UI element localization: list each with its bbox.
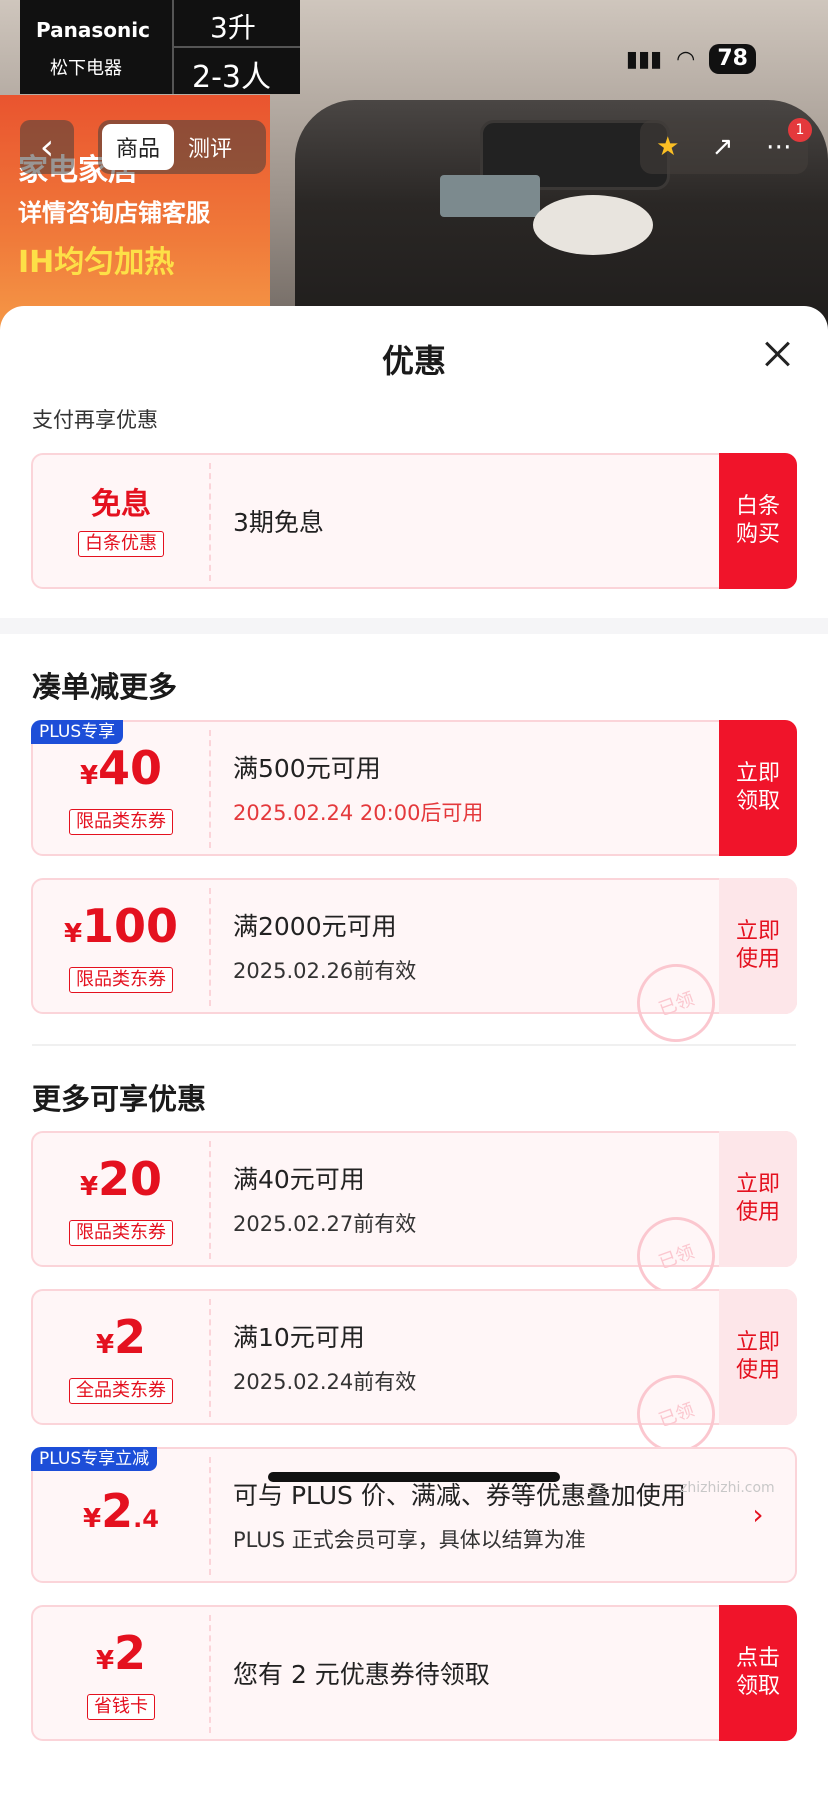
battery-indicator: 78 xyxy=(709,44,756,74)
tab-review[interactable]: 测评 xyxy=(174,124,246,170)
home-indicator[interactable] xyxy=(268,1472,560,1482)
claim-button[interactable]: 立即 领取 xyxy=(719,720,797,856)
section-title: 更多可享优惠 xyxy=(32,1082,207,1116)
section-payment: 支付再享优惠 xyxy=(32,408,158,432)
sheet-title: 优惠 xyxy=(381,342,446,380)
coupon-amount: 2 xyxy=(101,1484,134,1538)
coupon-card[interactable]: ¥100 限品类东券 满2000元可用 2025.02.26前有效 已领 立即使… xyxy=(31,878,797,1053)
baitiao-card[interactable]: 免息 白条优惠 3期免息 白条 购买 xyxy=(31,453,797,589)
coupon-condition: 满500元可用 xyxy=(233,754,381,783)
coupon-sheet: 优惠 支付再享优惠 免息 白条优惠 3期免息 白条 购买 凑单减更多 ¥40 限品… xyxy=(0,306,828,1800)
coupon-card[interactable]: ¥2 全品类东券 满10元可用 2025.02.24前有效 已领 立即 使用 xyxy=(31,1289,797,1464)
more-icon[interactable]: ⋯ xyxy=(766,132,792,162)
divider xyxy=(32,1044,796,1046)
coupon-condition: 满40元可用 xyxy=(233,1165,365,1194)
coupon-condition: 您有 2 元优惠券待领取 xyxy=(233,1660,490,1689)
tab-bar: 商品 测评 xyxy=(98,120,266,174)
signal-icon: ▮▮▮ xyxy=(625,46,663,72)
status-bar: ▮▮▮ ◠ 78 xyxy=(626,44,756,74)
coupon-amount: 2 xyxy=(114,1310,147,1364)
coupon-condition: 满10元可用 xyxy=(233,1323,365,1352)
brand-name-en: Panasonic xyxy=(36,18,150,42)
back-button[interactable]: ‹ xyxy=(20,120,74,174)
coupon-amount: 100 xyxy=(82,899,179,953)
plus-badge: PLUS专享立减 xyxy=(31,1447,158,1471)
brand-name-cn: 松下电器 xyxy=(50,58,122,79)
coupon-tag: 限品类东券 xyxy=(69,809,173,835)
use-button[interactable]: 立即 使用 xyxy=(719,1289,797,1425)
coupon-desc: 3期免息 xyxy=(233,508,324,537)
wifi-icon: ◠ xyxy=(676,46,696,72)
share-icon[interactable]: ↗ xyxy=(712,132,734,162)
coupon-validity: 2025.02.24前有效 xyxy=(233,1370,417,1394)
coupon-tag: 白条优惠 xyxy=(78,531,164,557)
spec-people: 2-3人 xyxy=(192,60,271,95)
plus-discount-card[interactable]: ¥2.4 可与 PLUS 价、满减、券等优惠叠加使用 PLUS 正式会员可享，具… xyxy=(31,1447,797,1583)
promo-text: IH均匀加热 xyxy=(18,245,175,280)
chevron-right-icon[interactable]: › xyxy=(719,1447,797,1583)
claimed-stamp: 已领 xyxy=(626,953,726,1053)
tab-product[interactable]: 商品 xyxy=(102,124,175,170)
divider xyxy=(0,618,828,634)
claim-button[interactable]: 点击 领取 xyxy=(719,1605,797,1741)
coupon-amount: 40 xyxy=(98,741,163,795)
coupon-card[interactable]: ¥20 限品类东券 满40元可用 2025.02.27前有效 已领 立即 使用 xyxy=(31,1131,797,1306)
baitiao-buy-button[interactable]: 白条 购买 xyxy=(719,453,797,589)
back-icon: ‹ xyxy=(39,126,55,168)
coupon-tag: 省钱卡 xyxy=(87,1694,155,1720)
coupon-validity: 2025.02.24 20:00后可用 xyxy=(233,801,484,825)
coupon-tag: 限品类东券 xyxy=(69,1220,173,1246)
coupon-amount: 2 xyxy=(114,1626,147,1680)
coupon-card[interactable]: ¥40 限品类东券 满500元可用 2025.02.24 20:00后可用 立即… xyxy=(31,720,797,856)
favorite-star-icon[interactable]: ★ xyxy=(656,132,679,162)
coupon-validity: 2025.02.27前有效 xyxy=(233,1212,417,1236)
promo-text: 详情咨询店铺客服 xyxy=(18,199,210,227)
close-icon[interactable] xyxy=(760,336,796,372)
coupon-tag: 全品类东券 xyxy=(69,1378,173,1404)
coupon-validity: 2025.02.26前有效 xyxy=(233,959,417,983)
use-button[interactable]: 立即 使用 xyxy=(719,1131,797,1267)
section-title: 凑单减更多 xyxy=(32,670,178,704)
baitiao-amount: 免息 xyxy=(91,487,151,522)
plus-badge: PLUS专享 xyxy=(31,720,124,744)
coupon-condition: 满2000元可用 xyxy=(233,912,397,941)
saving-card[interactable]: ¥2 省钱卡 您有 2 元优惠券待领取 点击 领取 xyxy=(31,1605,797,1741)
brand-banner: Panasonic 松下电器 3升 2-3人 xyxy=(20,0,300,95)
coupon-tag: 限品类东券 xyxy=(69,967,173,993)
action-icons: ★ ↗ ⋯ xyxy=(640,120,808,174)
watermark: zhizhizhi.com xyxy=(680,1480,775,1496)
coupon-note: PLUS 正式会员可享，具体以结算为准 xyxy=(233,1528,586,1552)
notification-badge: 1 xyxy=(788,118,812,142)
use-button[interactable]: 立即 使用 xyxy=(719,878,797,1014)
spec-capacity: 3升 xyxy=(210,11,256,44)
coupon-amount: 20 xyxy=(98,1152,163,1206)
